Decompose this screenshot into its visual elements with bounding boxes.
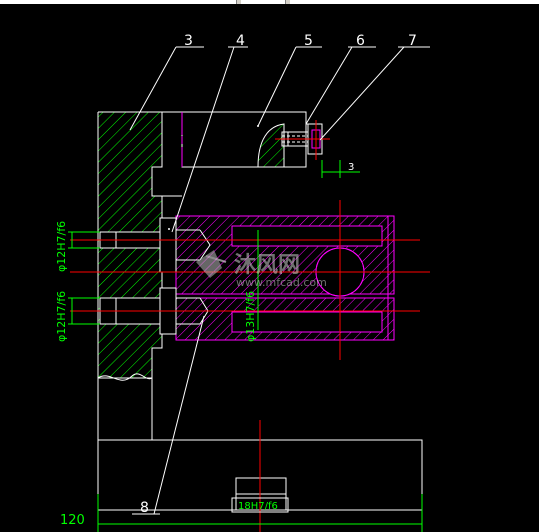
callout-8: 8 [140,500,149,516]
watermark-brand: 沐风网 [234,253,300,278]
cad-drawing-canvas[interactable]: 3 4 5 6 7 8 3 φ12H7/f6 φ12H7/f6 φ13H7/f6… [0,0,539,532]
dim-slot: 18H7/f6 [238,501,278,512]
dim-width: 120 [60,513,85,528]
part-3-plate[interactable] [97,111,182,440]
callout-6: 6 [356,33,365,49]
dim-bore-mid: φ13H7/f6 [244,291,257,342]
dim-hole-bottom: φ12H7/f6 [55,291,68,342]
watermark-url: www.mfcad.com [236,276,327,289]
callout-7: 7 [408,33,417,49]
callout-5: 5 [304,33,313,49]
dim-hole-top: φ12H7/f6 [55,221,68,272]
callout-3: 3 [184,33,193,49]
callout-4: 4 [236,33,245,49]
dim-gap: 3 [348,162,354,173]
